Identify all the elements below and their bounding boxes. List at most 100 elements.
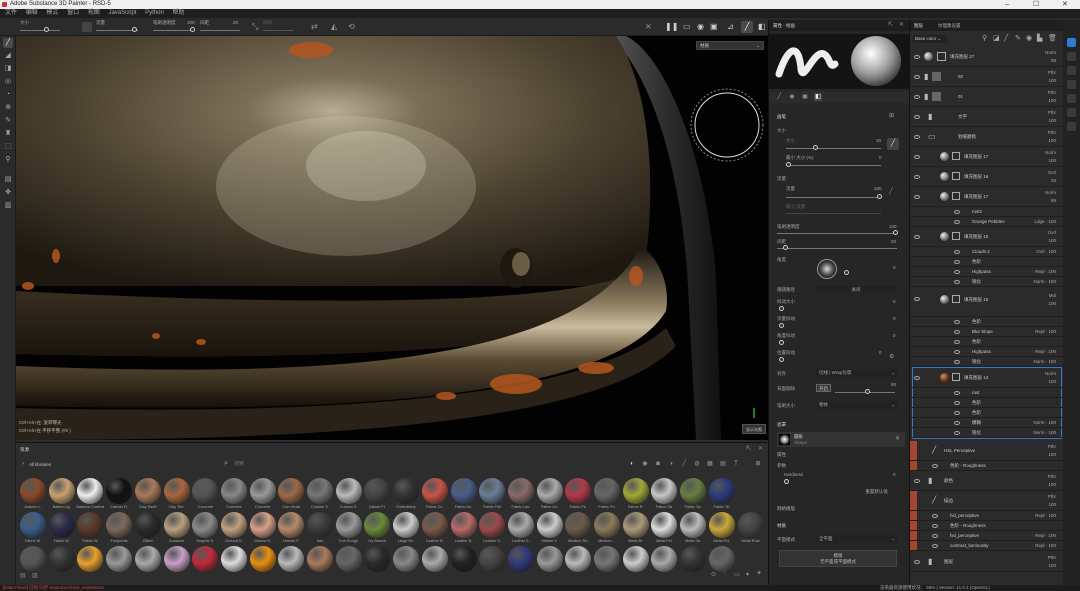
menu-mode[interactable]: 模式 (46, 10, 58, 16)
flow-min-slider[interactable] (786, 213, 881, 214)
visibility-eye-icon[interactable] (954, 350, 960, 354)
pos-jitter-knob[interactable] (779, 357, 784, 362)
size-jitter-slider[interactable] (786, 165, 881, 166)
minimize-button[interactable]: – (1005, 0, 1009, 9)
baking-icon[interactable]: ⬚ (3, 142, 13, 152)
layer-opacity[interactable]: 100 (1048, 502, 1056, 507)
alpha-attr-label[interactable]: 属性 (777, 452, 786, 458)
size-jitter-knob[interactable] (786, 162, 791, 167)
polygon-fill-icon[interactable]: ▤ (3, 175, 13, 185)
material-preset-thumb[interactable] (77, 512, 104, 538)
material-preset-thumb[interactable] (737, 512, 764, 538)
jitter-slider[interactable] (263, 30, 293, 31)
layer-opacity[interactable]: 100 (1048, 138, 1056, 143)
library-filter[interactable]: All libraries (29, 462, 51, 467)
filter-masks-icon[interactable]: ◙ (654, 460, 662, 468)
layer-opacity[interactable]: 100 (1048, 379, 1056, 384)
effect-row[interactable]: 模糊 Norm · 100 (910, 418, 1064, 428)
channel-select[interactable]: Base color ⌄ (913, 35, 947, 43)
material-preset-thumb[interactable] (249, 512, 276, 538)
visibility-eye-icon[interactable] (914, 75, 920, 79)
layer-blend[interactable]: Pthr (1048, 474, 1056, 479)
layer-opacity[interactable]: 100 (1048, 158, 1056, 163)
menu-edit[interactable]: 编辑 (26, 10, 38, 16)
pressure-toggle[interactable] (82, 22, 92, 32)
material-preset-thumb[interactable] (708, 546, 735, 572)
material-preset-thumb[interactable] (651, 478, 678, 504)
material-preset-thumb[interactable] (594, 546, 620, 572)
layer-row[interactable]: 填充图层 16 Ovrl 26 (910, 167, 1064, 187)
layer-row[interactable]: ▮ 颜色 Pthr 100 (910, 471, 1064, 491)
effect-row[interactable]: hsl_perceptive Repl · 100 (910, 531, 1064, 541)
visibility-eye-icon[interactable] (914, 297, 920, 301)
layer-opacity[interactable]: 100 (1048, 238, 1056, 243)
backface-knob[interactable] (865, 389, 870, 394)
filter-materials-icon[interactable]: ◐ (628, 460, 636, 468)
layer-blend[interactable]: Pthr (1048, 90, 1056, 95)
effect-blend[interactable]: Ldge · 100 (1034, 219, 1056, 224)
bake-icon[interactable] (1067, 94, 1076, 103)
material-preset-thumb[interactable] (565, 512, 592, 538)
layer-row[interactable]: ▮ 图层 Pthr 100 (910, 552, 1064, 572)
material-preset-thumb[interactable] (20, 546, 46, 572)
visibility-eye-icon[interactable] (914, 155, 920, 159)
effect-blend[interactable]: Repl · 100 (1035, 533, 1056, 538)
layer-row[interactable]: ▭ 划痕磨损 Pthr 100 (910, 127, 1064, 147)
pause-icon[interactable]: ❚❚ (665, 22, 678, 31)
material-preset-thumb[interactable] (278, 478, 305, 504)
effect-blend[interactable]: Repl · 100 (1035, 329, 1056, 334)
material-preset-thumb[interactable] (192, 546, 219, 572)
shelf-add-icon[interactable]: + (757, 570, 761, 577)
reset-defaults-button[interactable]: 重置默认值 (854, 488, 899, 496)
material-preset-thumb[interactable] (393, 546, 420, 572)
effect-row[interactable]: 色阶 (910, 398, 1064, 408)
material-preset-thumb[interactable] (220, 546, 247, 572)
material-preset-thumb[interactable] (393, 478, 420, 504)
stencil-tab-icon[interactable]: ◧ (814, 93, 822, 101)
effect-row[interactable]: contrast_luminosity Repl · 100 (910, 541, 1064, 551)
brush-opacity-knob[interactable] (893, 230, 898, 235)
material-preset-thumb[interactable] (536, 546, 563, 572)
material-preset-thumb[interactable] (594, 478, 620, 504)
shelf-grid-icon[interactable]: ▥ (32, 572, 38, 579)
visibility-eye-icon[interactable] (954, 320, 960, 324)
visibility-eye-icon[interactable] (954, 210, 960, 214)
effect-row[interactable]: rust (910, 388, 1064, 398)
library-chevron-icon[interactable]: › (22, 461, 24, 467)
layer-row[interactable]: 填充图层 17 Norm 100 (910, 147, 1064, 167)
material-preset-thumb[interactable] (335, 546, 362, 572)
material-preset-thumb[interactable] (565, 478, 592, 504)
tab-texture-set[interactable]: 纹理集设置 (938, 23, 961, 29)
visibility-eye-icon[interactable] (954, 421, 960, 425)
layer-blend[interactable]: Ovrl (1048, 170, 1056, 175)
add-fill-layer-icon[interactable]: ✎ (1015, 34, 1021, 42)
projection-icon[interactable]: ◨ (3, 64, 13, 74)
material-preset-thumb[interactable] (364, 478, 391, 504)
visibility-eye-icon[interactable] (914, 560, 920, 564)
layer-blend[interactable]: Mul (1049, 293, 1056, 298)
follow-path-toggle[interactable]: 关闭 (816, 286, 896, 293)
properties-tab[interactable]: 属性 - 绘画 (773, 23, 795, 29)
random-seed-icon[interactable]: ⚙ (889, 353, 894, 360)
material-preset-thumb[interactable] (249, 546, 276, 572)
render-icon[interactable]: ◧ (758, 22, 766, 31)
material-preset-thumb[interactable] (708, 478, 735, 504)
visibility-eye-icon[interactable] (932, 534, 938, 538)
filter-tools-icon[interactable]: ▦ (706, 460, 714, 468)
material-picker-icon[interactable]: ⚲ (3, 155, 13, 165)
material-preset-thumb[interactable] (680, 478, 707, 504)
visibility-eye-icon[interactable] (954, 260, 960, 264)
material-preset-thumb[interactable] (364, 512, 391, 538)
visibility-eye-icon[interactable] (954, 270, 960, 274)
effect-row[interactable]: 锐化 Norm · 100 (910, 277, 1064, 287)
layer-opacity[interactable]: 100 (1048, 482, 1056, 487)
display-settings-icon[interactable] (1067, 66, 1076, 75)
material-preset-thumb[interactable] (622, 546, 649, 572)
material-preset-thumb[interactable] (77, 546, 104, 572)
instance-icon[interactable]: ▙ (1037, 34, 1042, 42)
shelf-settings-icon[interactable]: ⊙ (711, 571, 716, 578)
layer-row[interactable]: 填充图层 16 Mul 100 (910, 287, 1064, 317)
flow-knob[interactable] (132, 27, 137, 32)
transform-icon[interactable]: ✥ (3, 188, 13, 198)
material-preset-thumb[interactable] (594, 512, 620, 538)
